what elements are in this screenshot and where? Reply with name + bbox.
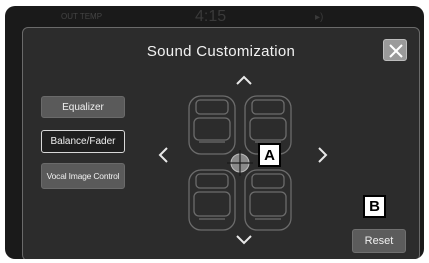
balance-fader-button[interactable]: Balance/Fader — [41, 130, 125, 153]
chevron-down-icon[interactable] — [235, 234, 253, 246]
reset-button[interactable]: Reset — [352, 229, 406, 253]
seat-rear-right — [244, 169, 292, 231]
chevron-up-icon[interactable] — [235, 74, 253, 86]
seat-front-left — [188, 95, 236, 155]
volume-icon: ▸) — [315, 12, 324, 23]
callout-label-b: B — [363, 195, 386, 218]
crosshair-icon — [227, 150, 253, 176]
infotainment-screen: OUT TEMP 4:15 ▸) Sound Customization Equ… — [5, 6, 424, 259]
vocal-image-control-button[interactable]: Vocal Image Control — [41, 163, 125, 189]
seat-rear-left — [188, 169, 236, 231]
callout-label-a: A — [258, 143, 281, 167]
close-icon — [389, 44, 403, 58]
close-button[interactable] — [383, 39, 407, 61]
clock: 4:15 — [195, 8, 227, 25]
outside-temp-label: OUT TEMP — [61, 12, 103, 21]
chevron-left-icon[interactable] — [157, 146, 169, 164]
sound-customization-dialog: Sound Customization Equalizer Balance/Fa… — [22, 27, 420, 259]
equalizer-button[interactable]: Equalizer — [41, 96, 125, 118]
dialog-title: Sound Customization — [146, 43, 296, 60]
chevron-right-icon[interactable] — [317, 146, 329, 164]
